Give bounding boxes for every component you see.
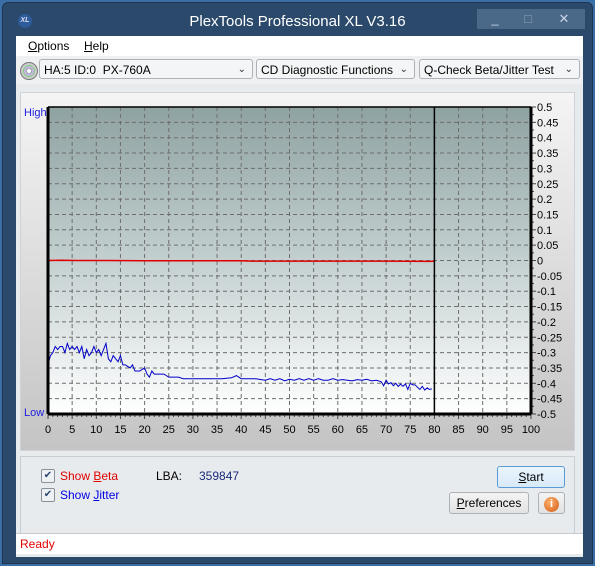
x-tick-label: 55 — [308, 424, 320, 436]
y-tick-label: -0.15 — [537, 302, 562, 314]
lba-label: LBA: — [156, 469, 183, 483]
y-tick-label: 0.05 — [537, 240, 558, 252]
low-label: Low — [24, 407, 44, 419]
app-window: XL PlexTools Professional XL V3.16 _ □ ✕… — [2, 2, 593, 564]
x-tick-label: 50 — [283, 424, 295, 436]
menu-options[interactable]: Options — [28, 39, 69, 53]
cd-drive-icon — [20, 62, 38, 80]
test-select-value: Q-Check Beta/Jitter Test — [424, 63, 554, 77]
show-beta-label[interactable]: Show Beta — [60, 469, 118, 483]
y-tick-label: -0.5 — [537, 409, 556, 421]
x-tick-label: 60 — [332, 424, 344, 436]
x-tick-label: 85 — [452, 424, 464, 436]
menu-help[interactable]: Help — [84, 39, 109, 53]
y-tick-label: 0.25 — [537, 179, 558, 191]
test-select[interactable]: Q-Check Beta/Jitter Test ⌄ — [419, 59, 580, 79]
show-jitter-label[interactable]: Show Jitter — [60, 488, 119, 502]
function-select-value: CD Diagnostic Functions — [261, 63, 394, 77]
x-tick-label: 65 — [356, 424, 368, 436]
chart-panel: 0 5 10 15 20 25 30 35 40 45 50 55 60 65 70 75 80 85 90 95 10… — [20, 92, 575, 451]
y-tick-label: 0.3 — [537, 163, 552, 175]
y-tick-label: 0.45 — [537, 117, 558, 129]
maximize-button[interactable]: □ — [513, 9, 543, 29]
x-tick-label: 35 — [211, 424, 223, 436]
beta-jitter-chart: 0 5 10 15 20 25 30 35 40 45 50 55 60 65 70 75 80 85 90 95 10… — [24, 102, 562, 436]
x-tick-label: 30 — [187, 424, 199, 436]
drive-select-value: HA:5 ID:0 PX-760A — [44, 63, 151, 77]
y-tick-label: 0.15 — [537, 209, 558, 221]
show-jitter-checkbox[interactable]: ✔ — [41, 488, 55, 502]
y-tick-label: -0.3 — [537, 348, 556, 360]
start-button[interactable]: Start — [497, 466, 565, 488]
x-tick-label: 0 — [45, 424, 51, 436]
close-button[interactable]: ✕ — [543, 9, 585, 29]
x-tick-label: 40 — [235, 424, 247, 436]
y-tick-label: 0.1 — [537, 225, 552, 237]
series-beta-line — [47, 259, 435, 263]
y-tick-label: -0.2 — [537, 317, 556, 329]
y-tick-label: -0.4 — [537, 378, 556, 390]
lba-value: 359847 — [199, 469, 240, 483]
x-tick-label: 20 — [138, 424, 150, 436]
y-tick-label: -0.35 — [537, 363, 562, 375]
x-tick-label: 100 — [522, 424, 540, 436]
preferences-button[interactable]: Preferences — [449, 492, 529, 514]
chevron-down-icon: ⌄ — [399, 64, 408, 75]
y-tick-label: -0.25 — [537, 332, 562, 344]
status-bar: Ready — [16, 533, 583, 554]
x-tick-label: 25 — [163, 424, 175, 436]
x-tick-label: 90 — [477, 424, 489, 436]
x-tick-label: 95 — [501, 424, 513, 436]
y-tick-label: 0 — [537, 256, 543, 268]
toolbar: HA:5 ID:0 PX-760A ⌄ CD Diagnostic Functi… — [16, 56, 583, 84]
show-beta-checkbox[interactable]: ✔ — [41, 469, 55, 483]
function-select[interactable]: CD Diagnostic Functions ⌄ — [256, 59, 415, 79]
y-tick-label: 0.4 — [537, 133, 552, 145]
check-icon: ✔ — [43, 470, 53, 481]
chevron-down-icon: ⌄ — [237, 64, 246, 75]
status-text: Ready — [20, 537, 55, 551]
info-button[interactable]: i — [538, 492, 565, 514]
y-tick-label: -0.45 — [537, 394, 562, 406]
high-label: High — [24, 107, 47, 119]
info-icon: i — [544, 497, 559, 512]
client-area: Options Help HA:5 ID:0 PX-760A ⌄ CD Diag… — [16, 36, 583, 557]
drive-select[interactable]: HA:5 ID:0 PX-760A ⌄ — [39, 59, 253, 79]
chevron-down-icon: ⌄ — [564, 64, 573, 75]
y-tick-label: 0.35 — [537, 148, 558, 160]
x-tick-label: 80 — [428, 424, 440, 436]
menu-bar: Options Help — [16, 36, 583, 56]
x-tick-label: 45 — [259, 424, 271, 436]
x-tick-label: 5 — [69, 424, 75, 436]
minimize-button[interactable]: _ — [477, 9, 513, 29]
y-tick-label: -0.05 — [537, 271, 562, 283]
check-icon: ✔ — [43, 489, 53, 500]
x-tick-label: 10 — [90, 424, 102, 436]
y-tick-label: 0.5 — [537, 102, 552, 114]
options-panel: ✔ Show Beta ✔ Show Jitter LBA: 359847 St… — [20, 456, 575, 536]
x-tick-label: 75 — [404, 424, 416, 436]
y-tick-label: 0.2 — [537, 194, 552, 206]
x-tick-label: 70 — [380, 424, 392, 436]
x-tick-label: 15 — [114, 424, 126, 436]
y-tick-label: -0.1 — [537, 286, 556, 298]
title-bar[interactable]: XL PlexTools Professional XL V3.16 _ □ ✕ — [3, 3, 592, 37]
